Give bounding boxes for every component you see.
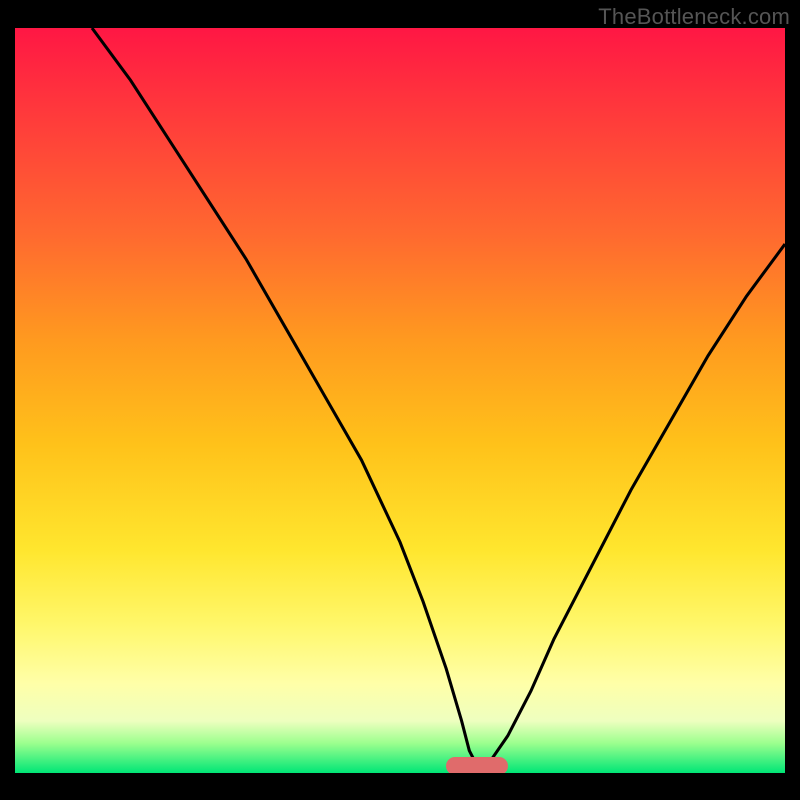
curve-svg xyxy=(15,28,785,773)
watermark-text: TheBottleneck.com xyxy=(598,4,790,30)
chart-frame: TheBottleneck.com xyxy=(0,0,800,800)
bottleneck-curve xyxy=(92,28,785,766)
plot-area xyxy=(15,28,785,773)
minimum-marker xyxy=(446,757,508,773)
